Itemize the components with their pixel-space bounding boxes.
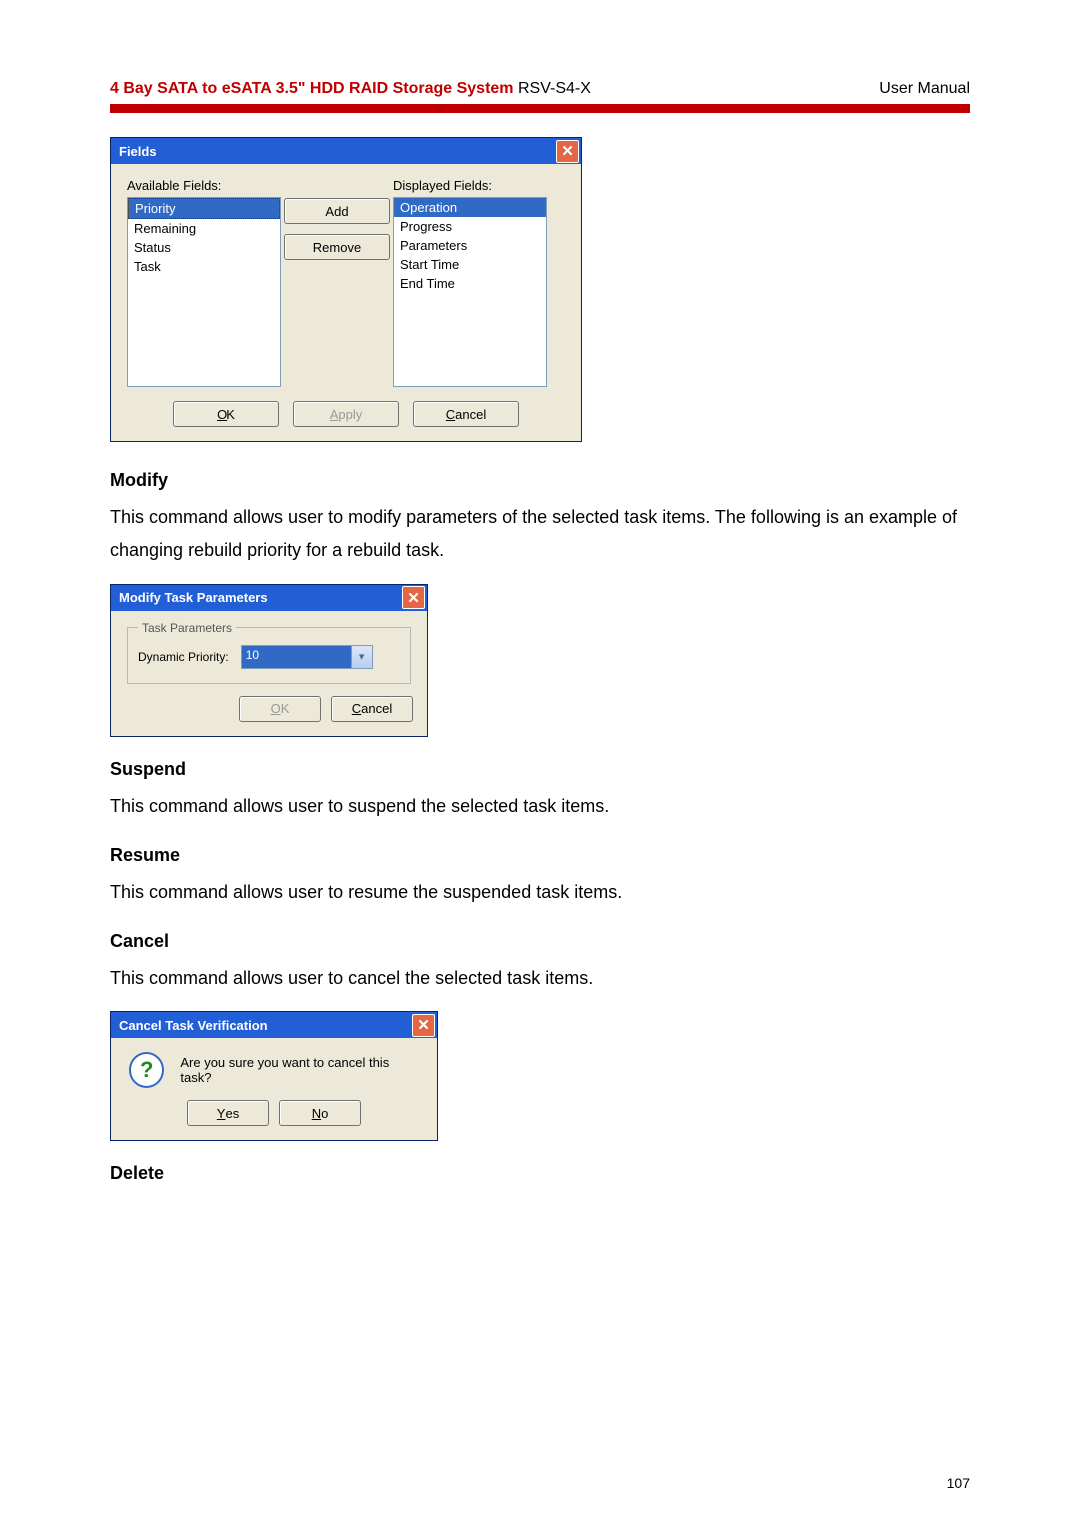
- cancel-dialog-titlebar[interactable]: Cancel Task Verification ✕: [111, 1012, 437, 1038]
- page-header: 4 Bay SATA to eSATA 3.5" HDD RAID Storag…: [110, 80, 970, 98]
- page-number: 107: [947, 1475, 970, 1491]
- list-item[interactable]: End Time: [394, 274, 546, 293]
- add-button[interactable]: Add: [284, 198, 390, 224]
- dynamic-priority-select[interactable]: 10 ▾: [241, 645, 373, 669]
- close-icon[interactable]: ✕: [556, 140, 579, 163]
- suspend-text: This command allows user to suspend the …: [110, 790, 970, 823]
- header-right: User Manual: [879, 80, 970, 98]
- cancel-dialog-message: Are you sure you want to cancel this tas…: [180, 1055, 419, 1085]
- header-model: RSV-S4-X: [518, 80, 591, 97]
- cancel-dialog-title: Cancel Task Verification: [119, 1018, 268, 1033]
- modify-heading: Modify: [110, 470, 970, 491]
- ok-button[interactable]: OK: [173, 401, 279, 427]
- dynamic-priority-label: Dynamic Priority:: [138, 650, 229, 664]
- modify-dialog: Modify Task Parameters ✕ Task Parameters…: [110, 584, 428, 737]
- task-parameters-group: Task Parameters Dynamic Priority: 10 ▾: [127, 621, 411, 684]
- list-item[interactable]: Start Time: [394, 255, 546, 274]
- list-item[interactable]: Parameters: [394, 236, 546, 255]
- list-item[interactable]: Status: [128, 238, 280, 257]
- yes-button[interactable]: Yes: [187, 1100, 269, 1126]
- header-title-bold: 4 Bay SATA to eSATA 3.5" HDD RAID Storag…: [110, 80, 518, 97]
- header-title: 4 Bay SATA to eSATA 3.5" HDD RAID Storag…: [110, 80, 591, 98]
- modify-dialog-titlebar[interactable]: Modify Task Parameters ✕: [111, 585, 427, 611]
- task-parameters-legend: Task Parameters: [138, 621, 236, 635]
- modify-dialog-title: Modify Task Parameters: [119, 590, 268, 605]
- available-fields-label: Available Fields:: [127, 178, 281, 193]
- resume-heading: Resume: [110, 845, 970, 866]
- dynamic-priority-value: 10: [242, 646, 351, 668]
- ok-button[interactable]: OK: [239, 696, 321, 722]
- list-item[interactable]: Progress: [394, 217, 546, 236]
- cancel-text: This command allows user to cancel the s…: [110, 962, 970, 995]
- close-icon[interactable]: ✕: [402, 586, 425, 609]
- chevron-down-icon[interactable]: ▾: [351, 646, 372, 668]
- cancel-verification-dialog: Cancel Task Verification ✕ ? Are you sur…: [110, 1011, 438, 1141]
- suspend-heading: Suspend: [110, 759, 970, 780]
- displayed-fields-list[interactable]: Operation Progress Parameters Start Time…: [393, 197, 547, 387]
- resume-text: This command allows user to resume the s…: [110, 876, 970, 909]
- remove-button[interactable]: Remove: [284, 234, 390, 260]
- delete-heading: Delete: [110, 1163, 970, 1184]
- displayed-fields-label: Displayed Fields:: [393, 178, 547, 193]
- no-button[interactable]: No: [279, 1100, 361, 1126]
- fields-dialog-titlebar[interactable]: Fields ✕: [111, 138, 581, 164]
- fields-dialog-title: Fields: [119, 144, 157, 159]
- cancel-heading: Cancel: [110, 931, 970, 952]
- cancel-button[interactable]: Cancel: [331, 696, 413, 722]
- question-icon: ?: [129, 1052, 164, 1088]
- list-item[interactable]: Priority: [128, 198, 280, 219]
- list-item[interactable]: Remaining: [128, 219, 280, 238]
- modify-text: This command allows user to modify param…: [110, 501, 970, 568]
- close-icon[interactable]: ✕: [412, 1014, 435, 1037]
- apply-button[interactable]: Apply: [293, 401, 399, 427]
- list-item[interactable]: Task: [128, 257, 280, 276]
- fields-dialog: Fields ✕ Available Fields: Priority Rema…: [110, 137, 582, 442]
- list-item[interactable]: Operation: [394, 198, 546, 217]
- available-fields-list[interactable]: Priority Remaining Status Task: [127, 197, 281, 387]
- cancel-button[interactable]: Cancel: [413, 401, 519, 427]
- header-divider: [110, 104, 970, 113]
